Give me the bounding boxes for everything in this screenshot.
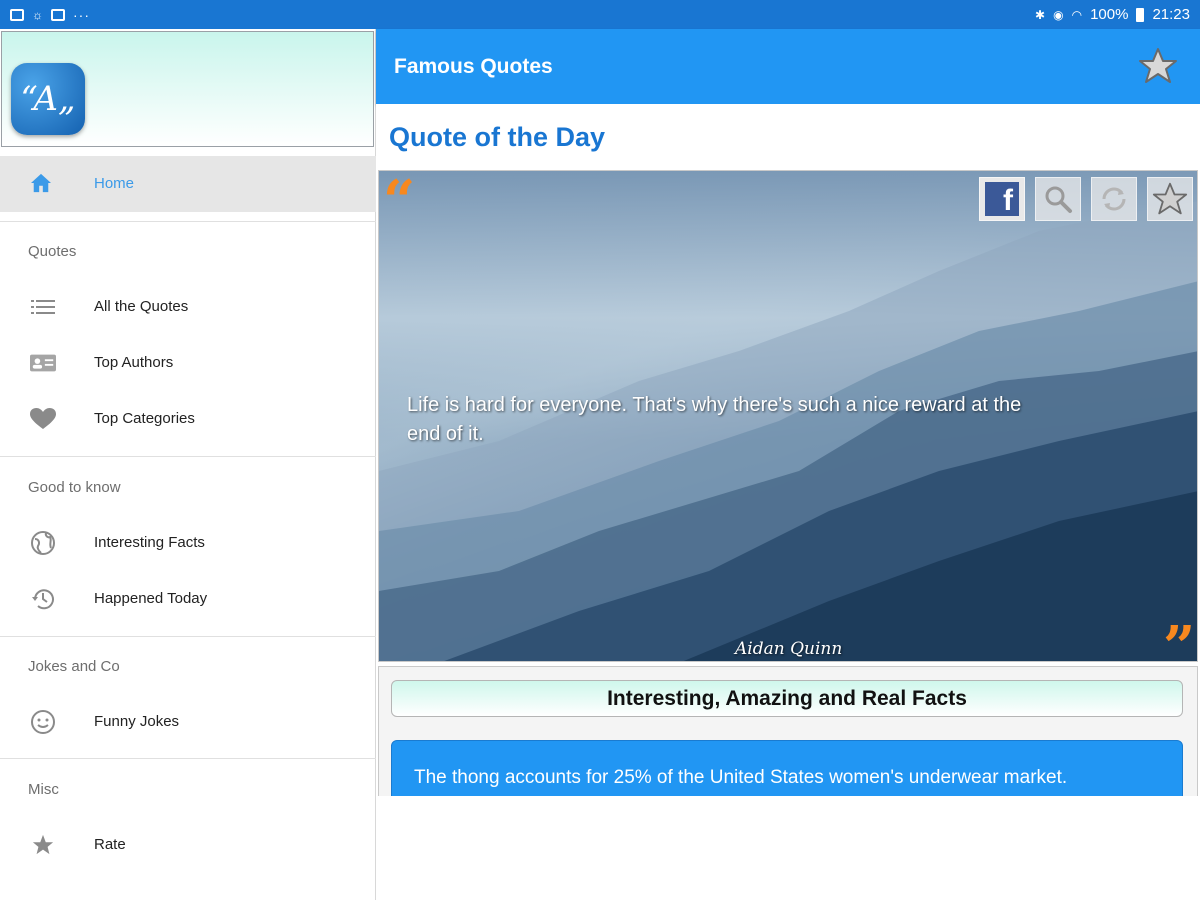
- drawer-header: “A„: [1, 31, 374, 147]
- navigation-drawer: “A„ Home Quotes All the Quotes Top Autho…: [0, 29, 376, 900]
- drawer-item-home[interactable]: Home: [0, 156, 376, 212]
- favorites-star-icon[interactable]: [1138, 46, 1178, 86]
- video-icon: [51, 8, 65, 21]
- battery-percent: 100%: [1090, 6, 1129, 23]
- facebook-share-button[interactable]: f: [979, 177, 1025, 221]
- more-notifications-icon: ···: [73, 6, 90, 23]
- alarm-icon: ◉: [1053, 7, 1064, 22]
- status-left: ☼ ···: [10, 7, 90, 23]
- refresh-button[interactable]: [1091, 177, 1137, 221]
- status-bar: ☼ ··· ✱ ◉ ◠ 100% 21:23: [0, 0, 1200, 29]
- app-logo: “A„: [11, 63, 85, 135]
- star-icon: [30, 834, 56, 856]
- section-title-quotes: Quotes: [28, 243, 77, 260]
- app-title: Famous Quotes: [394, 55, 553, 78]
- brightness-icon: ☼: [32, 7, 43, 22]
- drawer-item-interesting-facts[interactable]: Interesting Facts: [0, 520, 376, 566]
- section-title-jokes: Jokes and Co: [28, 658, 120, 675]
- search-button[interactable]: [1035, 177, 1081, 221]
- gallery-icon: [10, 8, 24, 21]
- drawer-item-label: All the Quotes: [94, 298, 189, 315]
- status-right: ✱ ◉ ◠ 100% 21:23: [1035, 6, 1190, 23]
- drawer-item-label: Top Categories: [94, 410, 195, 427]
- quote-author: Aidan Quinn: [735, 639, 843, 659]
- drawer-item-label: Home: [94, 175, 135, 192]
- section-title-good-to-know: Good to know: [28, 479, 121, 496]
- divider: [0, 636, 376, 637]
- list-icon: [30, 296, 56, 318]
- wifi-icon: ◠: [1071, 7, 1083, 22]
- quote-card[interactable]: “ f Life is hard for everyone. That's wh…: [378, 170, 1198, 662]
- contact-card-icon: [30, 352, 56, 374]
- smiley-icon: [30, 710, 56, 734]
- divider: [0, 456, 376, 457]
- drawer-item-label: Happened Today: [94, 590, 208, 607]
- drawer-item-all-quotes[interactable]: All the Quotes: [0, 284, 376, 330]
- home-icon: [31, 173, 51, 193]
- facts-panel: Interesting, Amazing and Real Facts The …: [378, 666, 1198, 796]
- search-icon: [1045, 186, 1072, 213]
- facts-title: Interesting, Amazing and Real Facts: [391, 680, 1183, 717]
- section-title-misc: Misc: [28, 781, 59, 798]
- open-quote-mark: “: [383, 170, 416, 234]
- globe-icon: [30, 531, 56, 555]
- heart-icon: [30, 408, 56, 430]
- drawer-item-label: Top Authors: [94, 354, 174, 371]
- favorite-quote-button[interactable]: [1147, 177, 1193, 221]
- clock: 21:23: [1152, 6, 1190, 23]
- fact-text: The thong accounts for 25% of the United…: [414, 767, 1068, 788]
- drawer-item-top-authors[interactable]: Top Authors: [0, 340, 376, 386]
- refresh-icon: [1102, 187, 1126, 211]
- divider: [0, 221, 376, 222]
- drawer-item-rate[interactable]: Rate: [0, 822, 376, 868]
- drawer-item-happened-today[interactable]: Happened Today: [0, 576, 376, 622]
- battery-icon: [1136, 7, 1145, 22]
- main-content: Quote of the Day “ f Life is hard for ev…: [376, 104, 1200, 900]
- drawer-item-label: Interesting Facts: [94, 534, 205, 551]
- app-bar: Famous Quotes: [376, 29, 1200, 104]
- drawer-item-top-categories[interactable]: Top Categories: [0, 396, 376, 442]
- fact-card[interactable]: The thong accounts for 25% of the United…: [391, 740, 1183, 796]
- divider: [0, 758, 376, 759]
- drawer-item-label: Funny Jokes: [94, 713, 180, 730]
- quote-text: Life is hard for everyone. That's why th…: [407, 394, 1022, 445]
- quote-of-the-day-title: Quote of the Day: [389, 122, 606, 152]
- drawer-item-label: Rate: [94, 836, 126, 853]
- history-icon: [30, 588, 56, 610]
- bluetooth-icon: ✱: [1035, 7, 1046, 22]
- facebook-icon: f: [985, 182, 1019, 216]
- close-quote-mark: ”: [1163, 614, 1196, 662]
- star-icon: [1152, 182, 1188, 215]
- drawer-item-funny-jokes[interactable]: Funny Jokes: [0, 699, 376, 745]
